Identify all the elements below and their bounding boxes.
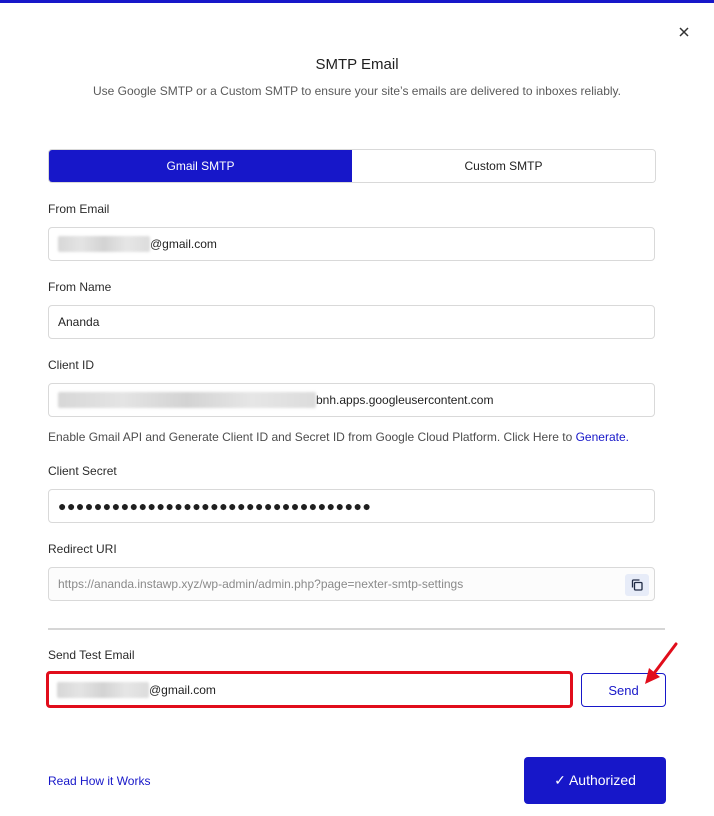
- redirect-uri-value: https://ananda.instawp.xyz/wp-admin/admi…: [58, 577, 464, 591]
- client-secret-value: ●●●●●●●●●●●●●●●●●●●●●●●●●●●●●●●●●●●: [58, 498, 372, 514]
- from-name-field[interactable]: Ananda: [48, 305, 655, 339]
- modal-title: SMTP Email: [315, 56, 399, 73]
- copy-icon: [631, 579, 643, 591]
- client-secret-label: Client Secret: [48, 464, 117, 478]
- client-id-value: bnh.apps.googleusercontent.com: [316, 393, 494, 407]
- from-name-value: Ananda: [58, 315, 100, 329]
- test-email-value: @gmail.com: [149, 682, 216, 697]
- redacted-blur: [57, 681, 149, 698]
- copy-button[interactable]: [625, 574, 649, 596]
- top-accent-bar: [0, 0, 714, 3]
- redirect-uri-label: Redirect URI: [48, 542, 117, 556]
- client-secret-field[interactable]: ●●●●●●●●●●●●●●●●●●●●●●●●●●●●●●●●●●●: [48, 489, 655, 523]
- from-email-value: @gmail.com: [150, 237, 217, 251]
- tab-custom-smtp[interactable]: Custom SMTP: [352, 150, 655, 182]
- client-id-help-text: Enable Gmail API and Generate Client ID …: [48, 430, 629, 444]
- smtp-tabs: Gmail SMTP Custom SMTP: [48, 149, 656, 183]
- test-email-input[interactable]: @gmail.com: [46, 671, 573, 708]
- section-divider: [48, 628, 665, 630]
- send-button[interactable]: Send: [581, 673, 666, 707]
- help-text: Enable Gmail API and Generate Client ID …: [48, 430, 573, 444]
- authorized-button[interactable]: ✓ Authorized: [524, 757, 666, 804]
- redacted-blur: [58, 236, 150, 252]
- read-how-it-works-link[interactable]: Read How it Works: [48, 774, 150, 788]
- close-button[interactable]: [674, 22, 694, 42]
- redacted-blur: [58, 392, 316, 408]
- client-id-field[interactable]: bnh.apps.googleusercontent.com: [48, 383, 655, 417]
- from-email-field[interactable]: @gmail.com: [48, 227, 655, 261]
- generate-link[interactable]: Generate.: [576, 430, 629, 444]
- redirect-uri-field[interactable]: https://ananda.instawp.xyz/wp-admin/admi…: [48, 567, 655, 601]
- modal-subtitle: Use Google SMTP or a Custom SMTP to ensu…: [92, 84, 621, 98]
- tab-gmail-smtp[interactable]: Gmail SMTP: [49, 150, 352, 182]
- client-id-label: Client ID: [48, 358, 95, 372]
- send-test-email-label: Send Test Email: [48, 648, 135, 662]
- from-email-label: From Email: [48, 202, 110, 216]
- close-icon: [679, 27, 689, 37]
- from-name-label: From Name: [48, 280, 112, 294]
